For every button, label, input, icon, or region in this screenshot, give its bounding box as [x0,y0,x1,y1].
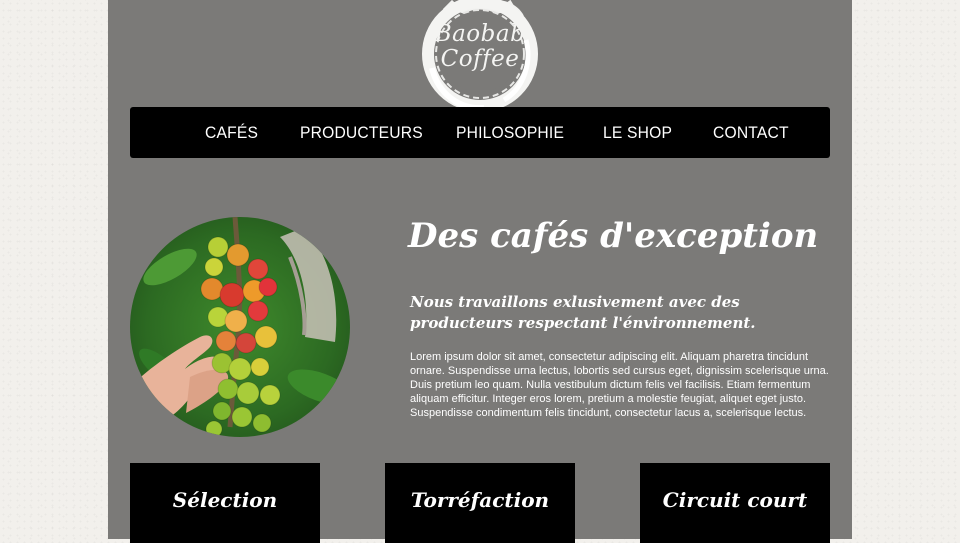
feature-torrefaction[interactable]: Torréfaction [385,463,575,543]
feature-selection[interactable]: Sélection [130,463,320,543]
content-column: Baobab Coffee CAFÉS PRODUCTEURS PHILOSOP… [108,0,852,543]
main-nav: CAFÉS PRODUCTEURS PHILOSOPHIE LE SHOP CO… [130,107,830,158]
logo-line-1: Baobab [434,21,526,47]
baobab-coffee-logo[interactable]: Baobab Coffee [408,0,552,116]
hero-body-text: Lorem ipsum dolor sit amet, consectetur … [410,351,829,419]
nav-item-philosophie[interactable]: PHILOSOPHIE [456,107,564,158]
logo-line-2: Coffee [440,46,520,72]
hero-headline: Des cafés d'exception [408,216,819,256]
nav-item-contact[interactable]: CONTACT [713,107,789,158]
coffee-cherries-image [130,217,350,437]
nav-item-cafes[interactable]: CAFÉS [205,107,258,158]
nav-item-le-shop[interactable]: LE SHOP [603,107,672,158]
feature-torrefaction-label: Torréfaction [410,488,550,512]
feature-circuit-court[interactable]: Circuit court [640,463,830,543]
logo-text: Baobab Coffee [408,22,552,72]
nav-item-producteurs[interactable]: PRODUCTEURS [300,107,423,158]
hero-coffee-image [130,217,350,437]
hero-subheading: Nous travaillons exlusivement avec des p… [410,293,756,332]
feature-selection-label: Sélection [172,488,278,512]
feature-circuit-court-label: Circuit court [662,488,808,512]
